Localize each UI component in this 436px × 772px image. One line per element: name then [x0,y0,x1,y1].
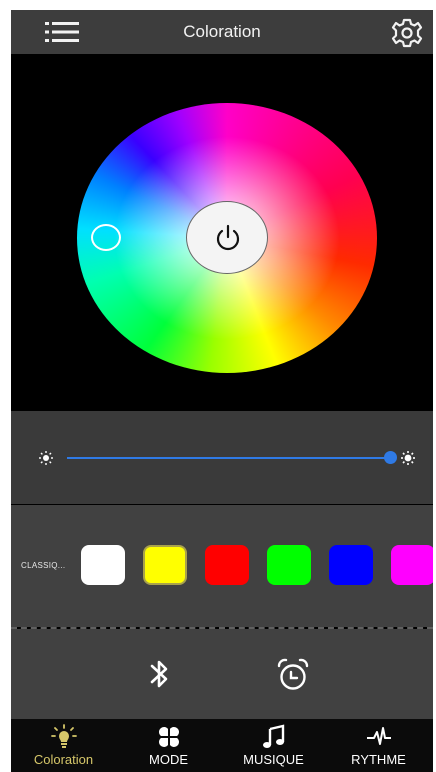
app-screen: Coloration CLASSIQ... Coloration MODE MU… [11,10,433,772]
color-swatch[interactable] [329,545,373,585]
bottom-tab-bar: Coloration MODE MUSIQUE RYTHME [11,719,433,772]
settings-button[interactable] [391,18,423,48]
timer-button[interactable] [275,657,311,693]
heartbeat-icon [366,727,391,745]
power-button[interactable] [186,201,268,274]
alarm-clock-icon [277,658,309,690]
color-palette-panel: CLASSIQ... [11,505,433,627]
tab-label: MODE [149,752,188,767]
brightness-slider-thumb[interactable] [384,451,397,464]
bluetooth-icon [150,660,168,688]
color-swatch[interactable] [391,545,433,585]
tab-mode[interactable]: MODE [116,719,221,772]
tab-musique[interactable]: MUSIQUE [221,719,326,772]
power-icon [216,224,240,251]
palette-label: CLASSIQ... [21,561,66,570]
brightness-panel [11,411,433,504]
tools-panel [11,629,433,719]
color-swatch[interactable] [205,545,249,585]
color-swatch[interactable] [81,545,125,585]
top-bar: Coloration [11,10,433,54]
bluetooth-button[interactable] [149,657,171,691]
brightness-slider-track[interactable] [67,457,390,459]
lightbulb-icon [50,724,77,748]
tab-rythme[interactable]: RYTHME [326,719,431,772]
tab-label: RYTHME [351,752,406,767]
color-picker-handle[interactable] [91,224,121,251]
tab-coloration[interactable]: Coloration [11,719,116,772]
tab-label: Coloration [33,752,94,767]
color-wheel-panel [11,54,433,411]
color-swatch[interactable] [267,545,311,585]
tab-label: MUSIQUE [243,752,304,767]
sun-small-icon [39,451,53,465]
color-swatch[interactable] [143,545,187,585]
music-note-icon [262,724,284,748]
sun-large-icon [401,451,415,465]
page-title: Coloration [183,22,261,41]
clover-icon [158,727,179,747]
gear-icon [391,18,423,48]
